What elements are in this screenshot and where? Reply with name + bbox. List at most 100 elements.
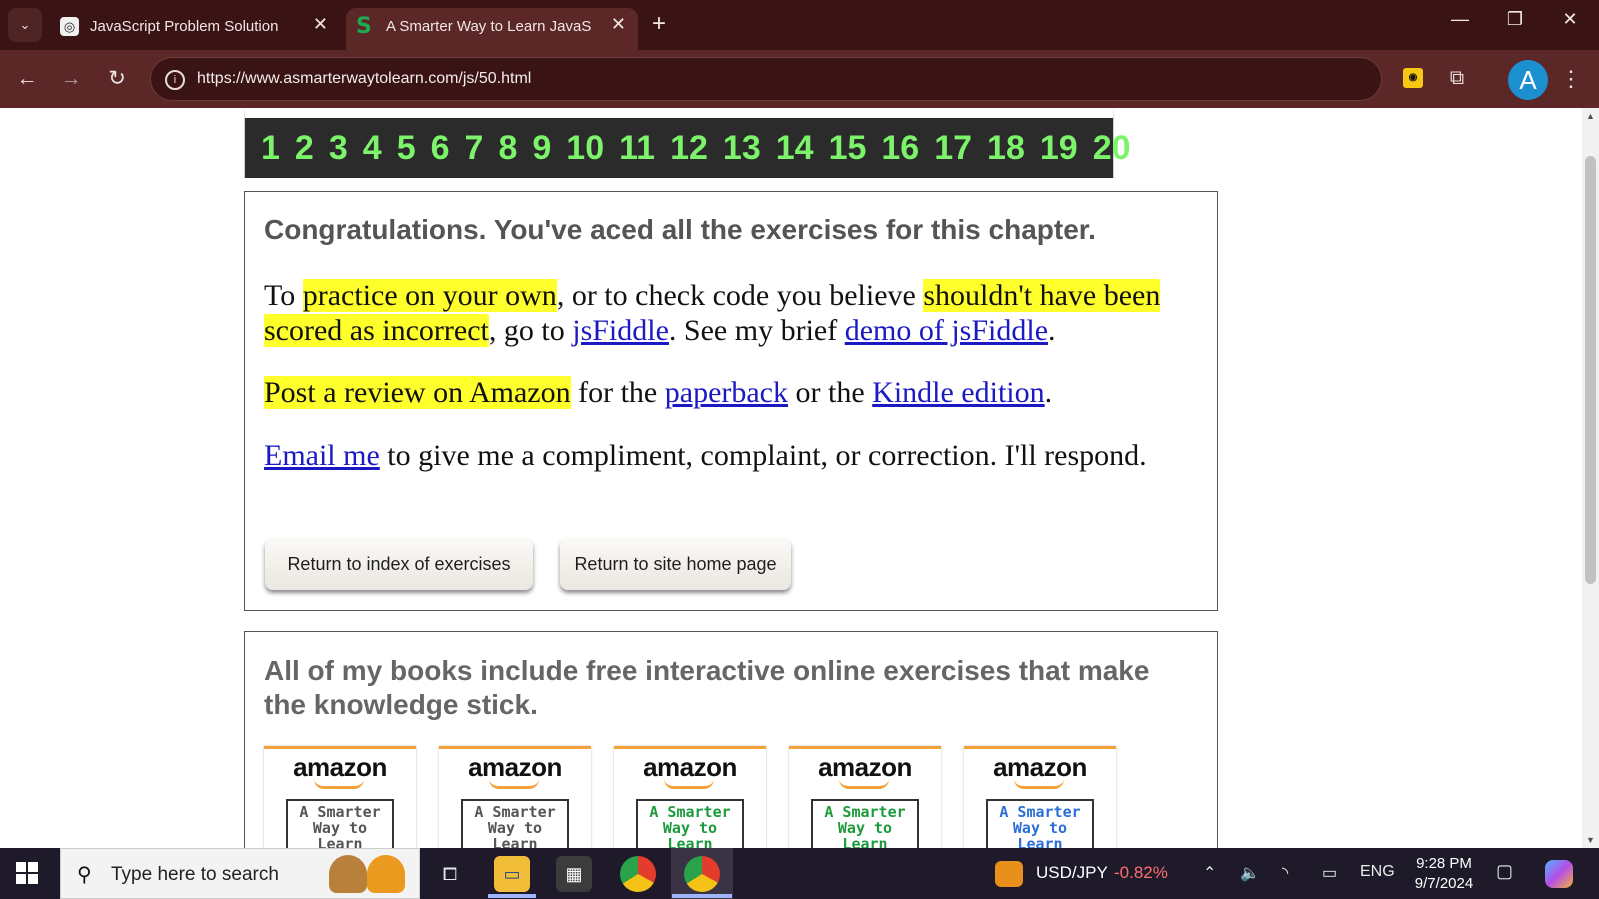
url-text[interactable]: https://www.asmarterwaytolearn.com/js/50… xyxy=(197,70,531,88)
extension-icon[interactable]: ◉ xyxy=(1403,68,1423,88)
reload-icon[interactable]: ↻ xyxy=(102,64,132,94)
chapter-number-nav: 1 2 3 4 5 6 7 8 9 10 11 12 13 14 15 16 17 18 19 20 xyxy=(244,108,1131,178)
chapter-link-12[interactable]: 12 xyxy=(670,129,708,168)
page-viewport: 1 2 3 4 5 6 7 8 9 10 11 12 13 14 15 16 17 18 19 20 Congratu… xyxy=(0,108,1582,848)
copilot-icon[interactable] xyxy=(1545,860,1573,888)
extensions-puzzle-icon[interactable]: ⧉ xyxy=(1447,68,1467,88)
tab-search-chevron-icon[interactable]: ⌄ xyxy=(8,8,42,42)
ticker-change[interactable]: -0.82% xyxy=(1114,863,1168,883)
jsfiddle-demo-link[interactable]: demo of jsFiddle xyxy=(845,314,1048,347)
show-hidden-icons-chevron-icon[interactable]: ⌃ xyxy=(1203,863,1216,883)
email-me-link[interactable]: Email me xyxy=(264,439,380,472)
restore-icon[interactable]: ❐ xyxy=(1495,9,1535,30)
book-cover[interactable]: amazon A Smarter Way to Learn xyxy=(264,746,416,848)
paperback-link[interactable]: paperback xyxy=(665,376,788,409)
chapter-link-7[interactable]: 7 xyxy=(465,129,484,168)
back-arrow-icon[interactable]: ← xyxy=(12,64,42,94)
chapter-link-1[interactable]: 1 xyxy=(261,129,280,168)
tab-strip: ⌄ ◎ JavaScript Problem Solution ✕ S A Sm… xyxy=(0,0,1599,50)
windows-taskbar: ⚲ Type here to search ⧠ ▭ ▦ USD/JPY -0.8… xyxy=(0,848,1599,899)
profile-avatar[interactable]: A xyxy=(1508,60,1548,100)
text: or the xyxy=(788,376,873,409)
notifications-icon[interactable]: ▢ xyxy=(1496,861,1513,882)
wifi-icon[interactable]: ◝ xyxy=(1282,863,1288,883)
chapter-link-4[interactable]: 4 xyxy=(363,129,382,168)
browser-menu-icon[interactable]: ⋮ xyxy=(1560,64,1582,94)
books-panel: All of my books include free interactive… xyxy=(244,631,1218,848)
book-cover[interactable]: amazon A Smarter Way to Learn xyxy=(789,746,941,848)
chapter-number-list: 1 2 3 4 5 6 7 8 9 10 11 12 13 14 15 16 17 18 19 20 xyxy=(245,118,1131,178)
congrats-panel: Congratulations. You've aced all the exe… xyxy=(244,191,1218,611)
tab-smarter-way-to-learn[interactable]: S A Smarter Way to Learn JavaScri ✕ xyxy=(346,8,638,50)
volume-icon[interactable]: 🔈 xyxy=(1240,863,1260,883)
text: . xyxy=(1044,376,1053,409)
chapter-link-9[interactable]: 9 xyxy=(532,129,551,168)
highlight-practice: practice on your own xyxy=(302,279,557,312)
tab-title: A Smarter Way to Learn JavaScri xyxy=(386,18,591,35)
chapter-link-10[interactable]: 10 xyxy=(566,129,604,168)
clock-date: 9/7/2024 xyxy=(1414,875,1474,892)
stock-widget-icon[interactable] xyxy=(995,861,1023,887)
file-explorer-icon[interactable]: ▭ xyxy=(494,856,530,892)
chapter-link-3[interactable]: 3 xyxy=(329,129,348,168)
mushroom-icon xyxy=(367,855,405,893)
return-to-home-button[interactable]: Return to site home page xyxy=(560,538,791,590)
chapter-link-18[interactable]: 18 xyxy=(987,129,1025,168)
email-paragraph: Email me to give me a compliment, compla… xyxy=(264,438,1199,473)
clock[interactable]: 9:28 PM 9/7/2024 xyxy=(1404,854,1484,894)
ticker-symbol[interactable]: USD/JPY xyxy=(1036,863,1108,883)
book-cover[interactable]: amazon A Smarter Way to Learn xyxy=(614,746,766,848)
text: , go to xyxy=(488,314,573,347)
scroll-thumb[interactable] xyxy=(1585,156,1596,584)
site-info-icon[interactable]: i xyxy=(165,70,185,90)
highlight-review: Post a review on Amazon xyxy=(264,376,571,409)
jsfiddle-link[interactable]: jsFiddle xyxy=(572,314,669,347)
microsoft-store-icon[interactable]: ▦ xyxy=(556,856,592,892)
battery-icon[interactable]: ▭ xyxy=(1322,863,1337,883)
search-icon: ⚲ xyxy=(77,864,92,886)
amazon-smile-icon xyxy=(1014,779,1064,789)
address-bar[interactable]: i https://www.asmarterwaytolearn.com/js/… xyxy=(150,57,1382,101)
chapter-link-5[interactable]: 5 xyxy=(397,129,416,168)
book-cover[interactable]: amazon A Smarter Way to Learn xyxy=(439,746,591,848)
window-close-icon[interactable]: ✕ xyxy=(1550,9,1590,30)
page-scrollbar[interactable]: ▲ ▼ xyxy=(1582,108,1599,848)
tab-title: JavaScript Problem Solution xyxy=(90,18,279,35)
tab-close-icon[interactable]: ✕ xyxy=(313,14,328,35)
chapter-link-20[interactable]: 20 xyxy=(1093,129,1131,168)
chapter-link-16[interactable]: 16 xyxy=(881,129,919,168)
scroll-up-arrow-icon[interactable]: ▲ xyxy=(1582,108,1599,124)
book-title: A Smarter Way to Learn xyxy=(286,799,394,848)
active-indicator xyxy=(672,894,732,898)
text: . See my brief xyxy=(668,314,845,347)
chapter-link-17[interactable]: 17 xyxy=(934,129,972,168)
minimize-icon[interactable]: — xyxy=(1440,9,1480,30)
chapter-link-11[interactable]: 11 xyxy=(619,129,655,168)
windows-start-icon[interactable] xyxy=(16,862,38,884)
chapter-link-6[interactable]: 6 xyxy=(431,129,450,168)
taskbar-search[interactable]: ⚲ Type here to search xyxy=(60,848,420,899)
chapter-link-8[interactable]: 8 xyxy=(498,129,517,168)
chapter-link-19[interactable]: 19 xyxy=(1040,129,1078,168)
book-cover[interactable]: amazon A Smarter Way to Learn xyxy=(964,746,1116,848)
chrome-profile-icon[interactable] xyxy=(684,856,720,892)
task-view-icon[interactable]: ⧠ xyxy=(432,856,468,892)
new-tab-plus-icon[interactable]: + xyxy=(652,10,666,38)
return-to-index-button[interactable]: Return to index of exercises xyxy=(265,538,533,590)
text: to give me a compliment, complaint, or c… xyxy=(379,439,1147,472)
book-title: A Smarter Way to Learn xyxy=(636,799,744,848)
amazon-smile-icon xyxy=(839,779,889,789)
mushroom-icon xyxy=(329,855,367,893)
chapter-link-13[interactable]: 13 xyxy=(723,129,761,168)
chapter-link-15[interactable]: 15 xyxy=(829,129,867,168)
practice-paragraph: To practice on your own, or to check cod… xyxy=(264,278,1199,348)
forward-arrow-icon[interactable]: → xyxy=(56,64,86,94)
scroll-down-arrow-icon[interactable]: ▼ xyxy=(1582,832,1599,848)
chapter-link-14[interactable]: 14 xyxy=(776,129,814,168)
tab-close-icon[interactable]: ✕ xyxy=(611,14,626,35)
chrome-icon[interactable] xyxy=(620,856,656,892)
kindle-edition-link[interactable]: Kindle edition xyxy=(872,376,1044,409)
language-indicator[interactable]: ENG xyxy=(1360,863,1395,881)
chapter-link-2[interactable]: 2 xyxy=(295,129,314,168)
tab-javascript-problem-solution[interactable]: ◎ JavaScript Problem Solution ✕ xyxy=(50,8,340,50)
